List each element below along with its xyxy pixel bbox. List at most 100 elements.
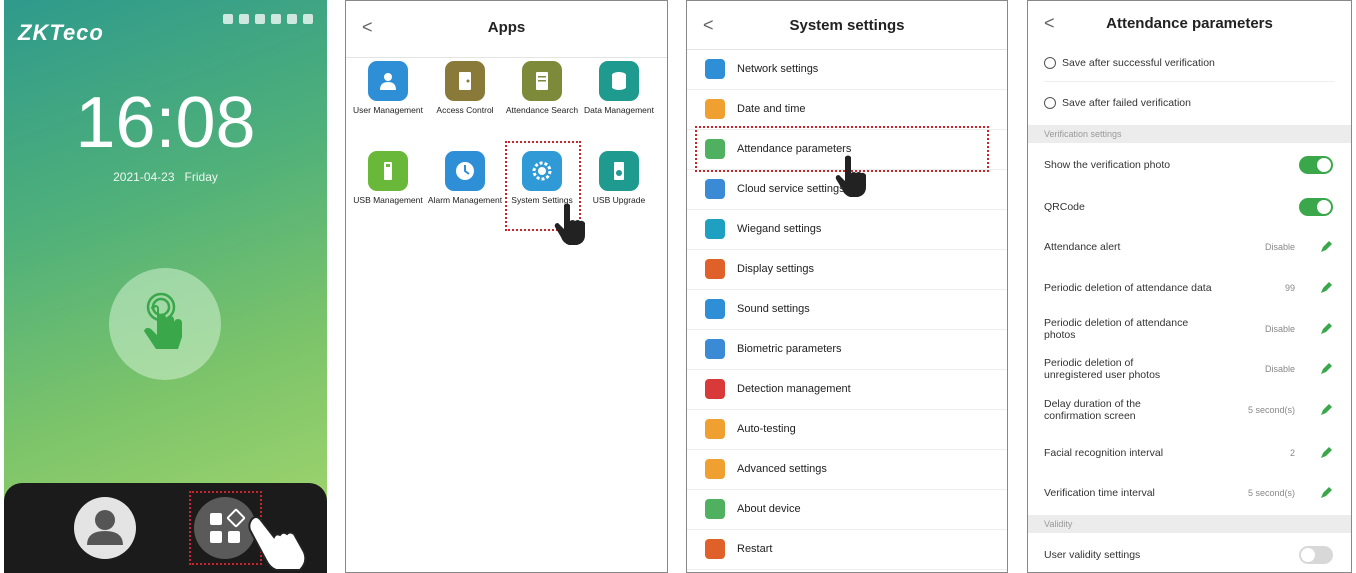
apps-screen: < Apps User Management Access Control At…	[345, 0, 668, 573]
toggle-knob	[1317, 158, 1331, 172]
settings-item-biometric[interactable]: Biometric parameters	[687, 329, 1007, 370]
app-usb-upgrade[interactable]: USB Upgrade	[580, 151, 658, 205]
wiegand-icon	[705, 219, 725, 239]
door-icon	[445, 61, 485, 101]
attendance-header: < Attendance parameters	[1028, 1, 1351, 43]
row-label: Delay duration of the confirmation scree…	[1044, 398, 1141, 422]
row-delay-duration[interactable]: Delay duration of the confirmation scree…	[1028, 394, 1351, 426]
row-periodic-deletion-unregistered[interactable]: Periodic deletion of unregistered user p…	[1028, 353, 1351, 385]
settings-item-label: Date and time	[737, 103, 806, 115]
divider	[1044, 81, 1335, 82]
date-value: 2021-04-23	[113, 170, 175, 184]
status-bar-icons	[223, 14, 313, 24]
settings-item-about[interactable]: About device	[687, 489, 1007, 530]
settings-item-label: Cloud service settings	[737, 183, 845, 195]
radio-button[interactable]	[1044, 57, 1056, 70]
clock-icon	[445, 151, 485, 191]
settings-item-network[interactable]: Network settings	[687, 49, 1007, 90]
app-attendance-search[interactable]: Attendance Search	[503, 61, 581, 115]
row-show-verification-photo: Show the verification photo	[1028, 153, 1351, 177]
status-icon	[287, 14, 297, 24]
radio-button[interactable]	[1044, 97, 1056, 110]
settings-item-sound[interactable]: Sound settings	[687, 289, 1007, 330]
app-label: Data Management	[584, 105, 654, 115]
apps-header: < Apps	[346, 1, 667, 58]
hand-pointer-icon	[835, 155, 866, 197]
edit-icon[interactable]	[1319, 446, 1333, 460]
row-facial-recognition-interval[interactable]: Facial recognition interval 2	[1028, 441, 1351, 465]
row-value: 2	[1289, 448, 1295, 458]
row-verification-time-interval[interactable]: Verification time interval 5 second(s)	[1028, 481, 1351, 505]
system-settings-screen: < System settings Network settings Date …	[686, 0, 1008, 573]
row-value: 5 second(s)	[1247, 488, 1295, 498]
radio-label: Save after successful verification	[1062, 56, 1215, 69]
row-attendance-alert[interactable]: Attendance alert Disable	[1028, 235, 1351, 259]
usb-upgrade-icon	[599, 151, 639, 191]
document-icon	[522, 61, 562, 101]
app-user-management[interactable]: User Management	[349, 61, 427, 115]
app-access-control[interactable]: Access Control	[426, 61, 504, 115]
toggle-show-photo[interactable]	[1299, 156, 1333, 174]
edit-icon[interactable]	[1319, 240, 1333, 254]
row-label: Facial recognition interval	[1044, 447, 1164, 459]
edit-icon[interactable]	[1319, 322, 1333, 336]
page-title: Apps	[487, 19, 526, 36]
app-usb-management[interactable]: USB Management	[349, 151, 427, 205]
page-title: Attendance parameters	[1106, 15, 1273, 32]
radio-save-success[interactable]: Save after successful verification	[1028, 53, 1351, 73]
row-periodic-deletion-photos[interactable]: Periodic deletion of attendance photos D…	[1028, 313, 1351, 345]
settings-item-display[interactable]: Display settings	[687, 249, 1007, 290]
settings-item-advanced[interactable]: Advanced settings	[687, 449, 1007, 490]
settings-item-detection[interactable]: Detection management	[687, 369, 1007, 410]
auto-testing-icon	[705, 419, 725, 439]
row-value: Disable	[1264, 242, 1295, 252]
user-button[interactable]	[74, 497, 136, 559]
calendar-icon	[705, 99, 725, 119]
settings-item-auto-testing[interactable]: Auto-testing	[687, 409, 1007, 450]
app-label: Attendance Search	[505, 105, 579, 115]
settings-header: < System settings	[687, 1, 1007, 50]
touch-verify-button[interactable]	[109, 268, 221, 380]
settings-item-date-time[interactable]: Date and time	[687, 89, 1007, 130]
user-icon	[87, 510, 123, 545]
app-label: USB Management	[353, 195, 423, 205]
status-icon	[223, 14, 233, 24]
app-data-management[interactable]: Data Management	[580, 61, 658, 115]
weekday-value: Friday	[184, 170, 218, 184]
status-icon	[255, 14, 265, 24]
edit-icon[interactable]	[1319, 486, 1333, 500]
settings-item-label: Display settings	[737, 263, 815, 275]
status-icon	[239, 14, 249, 24]
edit-icon[interactable]	[1319, 281, 1333, 295]
settings-item-label: Restart	[737, 543, 773, 555]
row-label: Show the verification photo	[1044, 159, 1171, 171]
row-label: User validity settings	[1044, 549, 1141, 561]
row-label: QRCode	[1044, 201, 1085, 213]
hand-pointer-icon	[248, 516, 307, 571]
biometric-icon	[705, 339, 725, 359]
row-periodic-deletion-data[interactable]: Periodic deletion of attendance data 99	[1028, 276, 1351, 300]
edit-icon[interactable]	[1319, 403, 1333, 417]
toggle-qrcode[interactable]	[1299, 198, 1333, 216]
edit-icon[interactable]	[1319, 362, 1333, 376]
settings-item-restart[interactable]: Restart	[687, 529, 1007, 570]
radio-save-failed[interactable]: Save after failed verification	[1028, 93, 1351, 113]
settings-item-label: Network settings	[737, 63, 819, 75]
app-label: Access Control	[436, 105, 494, 115]
section-header: Verification settings	[1028, 125, 1351, 143]
row-value: 99	[1284, 283, 1295, 293]
row-label: Periodic deletion of attendance data	[1044, 282, 1212, 294]
sound-icon	[705, 299, 725, 319]
advanced-icon	[705, 459, 725, 479]
toggle-user-validity[interactable]	[1299, 546, 1333, 564]
app-alarm-management[interactable]: Alarm Management	[426, 151, 504, 205]
row-value: Disable	[1264, 364, 1295, 374]
settings-item-wiegand[interactable]: Wiegand settings	[687, 209, 1007, 250]
status-icon	[303, 14, 313, 24]
row-label: Verification time interval	[1044, 487, 1155, 499]
row-label: Periodic deletion of attendance photos	[1044, 317, 1189, 341]
settings-item-label: Biometric parameters	[737, 343, 842, 355]
radio-option: Save after failed verification	[1044, 97, 1244, 110]
usb-icon	[368, 151, 408, 191]
finger-touch-icon	[144, 292, 182, 349]
